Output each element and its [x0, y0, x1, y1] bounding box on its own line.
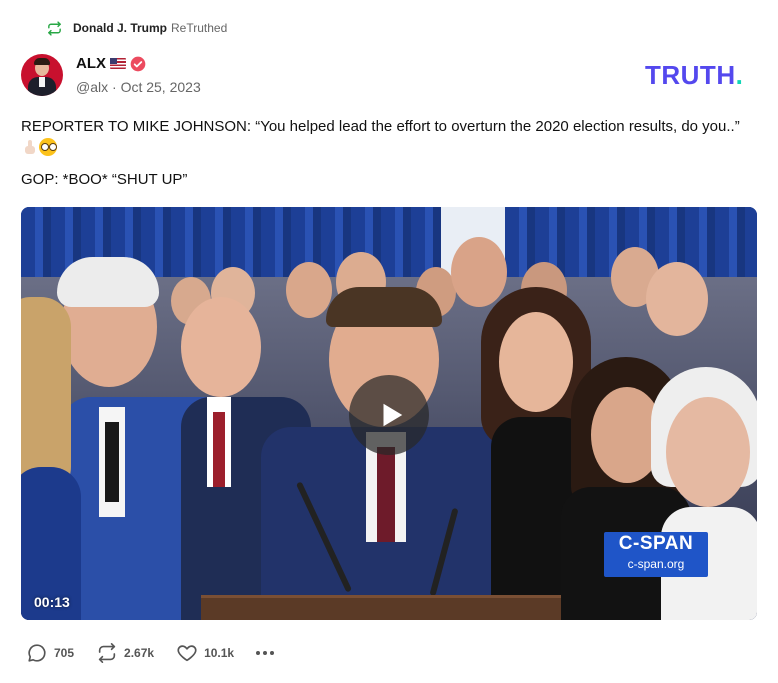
author-handle[interactable]: @alx [76, 79, 108, 95]
post-actions: 705 2.67k 10.1k [26, 640, 275, 666]
more-options-icon[interactable] [256, 651, 275, 655]
video-player[interactable]: C-SPAN c-span.org 00:13 [21, 207, 757, 620]
post-line-2: GOP: *BOO* “SHUT UP” [21, 171, 188, 188]
pointing-up-emoji-icon [24, 139, 36, 155]
play-button[interactable] [349, 375, 429, 455]
post-body: REPORTER TO MIKE JOHNSON: “You helped le… [21, 116, 751, 158]
retruth-banner: Donald J. Trump ReTruthed [46, 18, 227, 38]
reply-button[interactable]: 705 [26, 642, 74, 664]
truth-logo-text: TRUTH [645, 60, 736, 90]
reply-icon [28, 644, 46, 662]
video-podium [201, 595, 561, 620]
cspan-brand: C-SPAN [618, 533, 694, 554]
post-line-1: REPORTER TO MIKE JOHNSON: “You helped le… [21, 118, 740, 135]
retruth-count: 2.67k [124, 646, 155, 660]
retruth-icon [48, 20, 61, 36]
like-button[interactable]: 10.1k [176, 642, 234, 664]
retruth-label: ReTruthed [171, 21, 228, 35]
post-date[interactable]: Oct 25, 2023 [121, 79, 201, 95]
retruth-action-icon [98, 643, 116, 663]
verified-badge-icon [130, 56, 146, 71]
us-flag-icon [110, 58, 126, 69]
author-name[interactable]: ALX [76, 55, 106, 72]
heart-icon [177, 645, 197, 662]
like-count: 10.1k [204, 646, 235, 660]
separator-dot: · [112, 79, 121, 95]
retruth-button[interactable]: 2.67k [96, 642, 154, 664]
play-icon [383, 403, 403, 427]
cspan-watermark: C-SPAN c-span.org [604, 532, 708, 577]
nerd-face-emoji-icon [39, 138, 57, 156]
author-line: ALX [76, 55, 146, 72]
author-avatar[interactable] [21, 54, 63, 96]
truth-logo-dot: . [735, 60, 744, 90]
retruth-user-link[interactable]: Donald J. Trump [73, 21, 167, 35]
reply-count: 705 [54, 646, 75, 660]
video-duration: 00:13 [34, 594, 70, 610]
author-handle-date: @alx · Oct 25, 2023 [76, 79, 201, 95]
cspan-url: c-span.org [627, 557, 685, 571]
truth-logo[interactable]: TRUTH. [645, 60, 743, 91]
